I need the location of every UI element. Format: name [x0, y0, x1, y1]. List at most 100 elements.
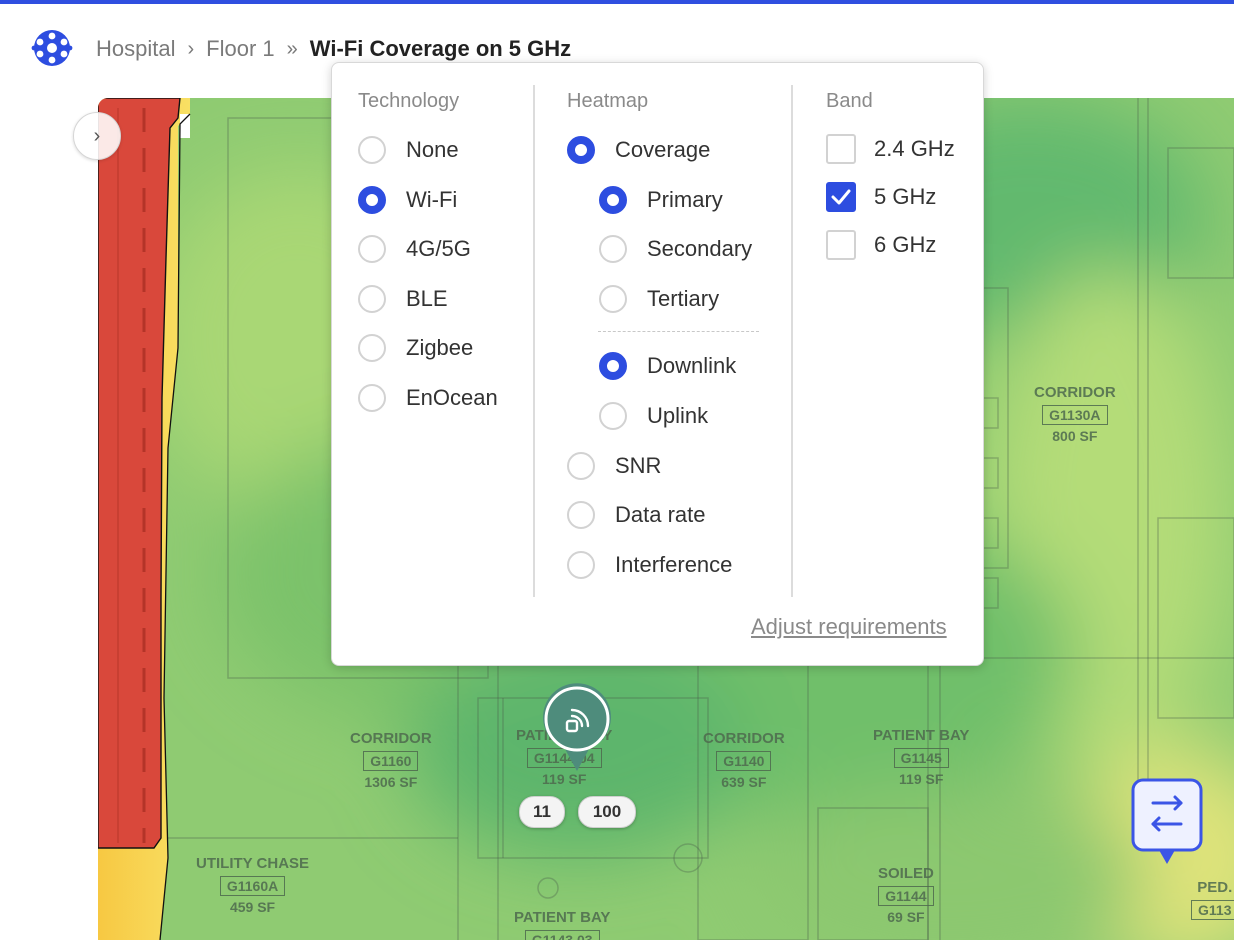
- option-label: Wi-Fi: [406, 187, 458, 212]
- option-label: BLE: [406, 286, 448, 311]
- room-code: G1145: [893, 748, 949, 768]
- radio-button[interactable]: [567, 136, 595, 164]
- band-title: Band: [826, 90, 873, 112]
- room-label: UTILITY CHASE G1160A 459 SF: [196, 855, 309, 915]
- column-divider: [791, 85, 793, 597]
- checkbox[interactable]: [826, 230, 856, 260]
- column-divider: [533, 85, 535, 597]
- breadcrumb-separator: »: [286, 37, 298, 60]
- option-label: EnOcean: [406, 385, 498, 410]
- radio-button[interactable]: [599, 186, 627, 214]
- band-option-6ghz[interactable]: 6 GHz: [826, 228, 936, 262]
- breadcrumb-floor[interactable]: Floor 1: [206, 36, 274, 62]
- option-label: Primary: [647, 187, 723, 212]
- room-code: G1160: [363, 751, 419, 771]
- radio-button[interactable]: [358, 285, 386, 313]
- technology-option-4g5g[interactable]: 4G/5G: [358, 232, 471, 266]
- page-title: Wi-Fi Coverage on 5 GHz: [309, 36, 572, 61]
- room-label: SOILED G1144 69 SF: [878, 865, 934, 925]
- option-label: Coverage: [615, 137, 711, 162]
- room-code: G1143.03: [524, 930, 600, 940]
- technology-option-none[interactable]: None: [358, 133, 459, 167]
- chevron-right-icon: ›: [93, 124, 101, 147]
- technology-option-ble[interactable]: BLE: [358, 282, 448, 316]
- ap-channel-badge[interactable]: 11: [519, 796, 565, 828]
- room-name: PATIENT BAY: [873, 727, 970, 744]
- radio-button[interactable]: [599, 235, 627, 263]
- heatmap-option-interference[interactable]: Interference: [567, 548, 732, 582]
- radio-button[interactable]: [599, 352, 627, 380]
- technology-option-zigbee[interactable]: Zigbee: [358, 331, 473, 365]
- option-label: None: [406, 137, 459, 162]
- radio-button[interactable]: [599, 285, 627, 313]
- radio-button[interactable]: [358, 186, 386, 214]
- heatmap-filter-popover: Technology None Wi-Fi 4G/5G BLE Zigbee E…: [331, 62, 984, 666]
- option-label: 4G/5G: [406, 236, 471, 261]
- ap-channel-width-badge[interactable]: 100: [578, 796, 636, 828]
- room-area: 69 SF: [887, 909, 925, 925]
- room-code: G1130A: [1042, 405, 1108, 425]
- top-accent-bar: [0, 0, 1234, 4]
- technology-option-enocean[interactable]: EnOcean: [358, 381, 498, 415]
- room-area: 1306 SF: [364, 774, 418, 790]
- radio-button[interactable]: [358, 136, 386, 164]
- room-code: G1140: [716, 751, 772, 771]
- option-label: 5 GHz: [874, 184, 937, 209]
- room-label: CORRIDOR G1140 639 SF: [703, 730, 785, 790]
- option-label: Uplink: [647, 403, 709, 428]
- radio-button[interactable]: [358, 235, 386, 263]
- heatmap-option-coverage[interactable]: Coverage: [567, 133, 710, 167]
- breadcrumb: Hospital › Floor 1 » Wi-Fi Coverage on 5…: [96, 34, 571, 64]
- room-name: SOILED: [878, 865, 934, 882]
- option-label: Zigbee: [406, 335, 474, 360]
- option-label: 6 GHz: [874, 232, 937, 257]
- technology-title: Technology: [358, 90, 460, 112]
- room-name: PATIENT BAY: [514, 909, 611, 926]
- checkbox[interactable]: [826, 134, 856, 164]
- checkbox[interactable]: [826, 182, 856, 212]
- technology-option-wifi[interactable]: Wi-Fi: [358, 183, 457, 217]
- coverage-option-primary[interactable]: Primary: [599, 183, 723, 217]
- room-name: CORRIDOR: [350, 730, 432, 747]
- radio-button[interactable]: [358, 384, 386, 412]
- sidebar-expand-button[interactable]: ›: [73, 112, 121, 160]
- radio-button[interactable]: [599, 402, 627, 430]
- coverage-option-downlink[interactable]: Downlink: [599, 349, 736, 383]
- radio-button[interactable]: [567, 551, 595, 579]
- adjust-requirements-link[interactable]: Adjust requirements: [751, 614, 947, 640]
- room-name: CORRIDOR: [703, 730, 785, 747]
- band-option-5ghz[interactable]: 5 GHz: [826, 180, 936, 214]
- radio-button[interactable]: [567, 501, 595, 529]
- option-label: Interference: [615, 552, 733, 577]
- option-label: Secondary: [647, 236, 753, 261]
- room-area: 119 SF: [899, 771, 944, 787]
- swap-view-button[interactable]: [1131, 778, 1203, 866]
- room-label: PATIENT BAY G1145 119 SF: [873, 727, 969, 787]
- band-option-2-4ghz[interactable]: 2.4 GHz: [826, 132, 955, 166]
- coverage-option-tertiary[interactable]: Tertiary: [599, 282, 719, 316]
- app-logo-icon[interactable]: [30, 27, 74, 69]
- coverage-option-secondary[interactable]: Secondary: [599, 232, 752, 266]
- room-label: PATIENT BAY G1143.03: [514, 909, 610, 940]
- option-label: Data rate: [615, 502, 706, 527]
- coverage-option-uplink[interactable]: Uplink: [599, 399, 708, 433]
- room-code: G113: [1191, 900, 1234, 920]
- checkmark-icon: [831, 189, 851, 205]
- radio-button[interactable]: [358, 334, 386, 362]
- option-label: 2.4 GHz: [874, 136, 955, 161]
- room-area: 639 SF: [721, 774, 767, 790]
- option-label: Downlink: [647, 353, 737, 378]
- access-point-marker[interactable]: [541, 683, 613, 773]
- breadcrumb-hospital[interactable]: Hospital: [96, 36, 175, 62]
- radio-button[interactable]: [567, 452, 595, 480]
- room-code: G1144: [878, 886, 934, 906]
- heatmap-option-data-rate[interactable]: Data rate: [567, 498, 706, 532]
- room-name: PED.: [1197, 879, 1233, 896]
- heatmap-option-snr[interactable]: SNR: [567, 449, 661, 483]
- room-label: CORRIDOR G1160 1306 SF: [350, 730, 432, 790]
- room-code: G1160A: [219, 876, 286, 896]
- option-separator: [598, 331, 759, 332]
- option-label: Tertiary: [647, 286, 720, 311]
- room-name: CORRIDOR: [1034, 384, 1116, 401]
- room-name: UTILITY CHASE: [196, 855, 310, 872]
